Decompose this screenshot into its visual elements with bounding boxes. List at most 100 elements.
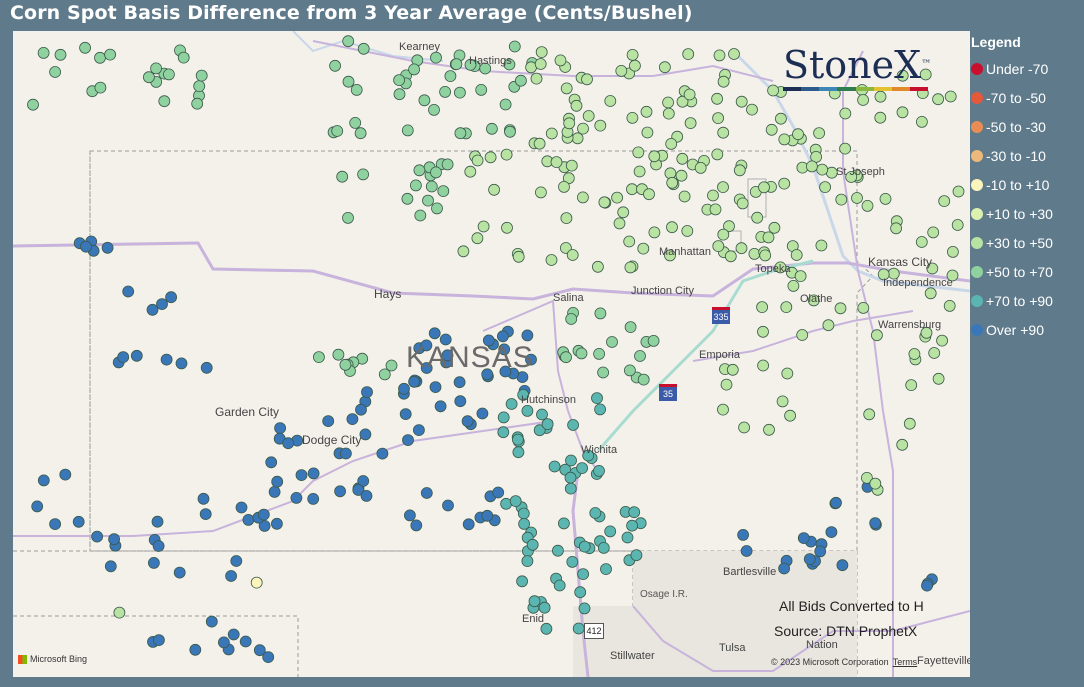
- basis-point[interactable]: [717, 403, 729, 416]
- basis-point[interactable]: [676, 152, 689, 165]
- basis-point[interactable]: [152, 540, 165, 552]
- basis-point[interactable]: [790, 249, 803, 261]
- basis-point[interactable]: [629, 59, 641, 72]
- basis-point[interactable]: [594, 119, 607, 132]
- legend-item[interactable]: Over +90: [971, 315, 1084, 344]
- basis-point[interactable]: [944, 90, 957, 103]
- basis-point[interactable]: [189, 643, 202, 656]
- basis-point[interactable]: [678, 190, 691, 203]
- basis-point[interactable]: [604, 525, 617, 538]
- basis-point[interactable]: [357, 168, 370, 181]
- basis-point[interactable]: [354, 127, 367, 140]
- basis-point[interactable]: [648, 150, 661, 163]
- basis-point[interactable]: [501, 221, 513, 234]
- basis-point[interactable]: [575, 347, 588, 360]
- basis-point[interactable]: [31, 500, 44, 513]
- basis-point[interactable]: [535, 186, 547, 199]
- basis-point[interactable]: [420, 487, 433, 499]
- basis-point[interactable]: [512, 446, 525, 459]
- basis-point[interactable]: [59, 468, 72, 481]
- basis-point[interactable]: [794, 270, 807, 283]
- basis-point[interactable]: [767, 84, 779, 97]
- basis-point[interactable]: [869, 477, 882, 490]
- basis-point[interactable]: [346, 413, 359, 426]
- basis-point[interactable]: [332, 348, 345, 361]
- basis-point[interactable]: [694, 161, 707, 174]
- basis-point[interactable]: [441, 158, 454, 171]
- basis-point[interactable]: [915, 236, 928, 248]
- basis-point[interactable]: [938, 195, 951, 208]
- basis-point[interactable]: [717, 228, 730, 241]
- basis-point[interactable]: [822, 319, 835, 332]
- basis-point[interactable]: [951, 219, 964, 231]
- basis-point[interactable]: [453, 86, 466, 99]
- basis-point[interactable]: [541, 418, 554, 431]
- basis-point[interactable]: [681, 225, 694, 237]
- basis-point[interactable]: [659, 61, 671, 74]
- basis-point[interactable]: [410, 519, 423, 532]
- basis-point[interactable]: [874, 90, 887, 103]
- basis-point[interactable]: [37, 46, 50, 59]
- basis-point[interactable]: [806, 160, 818, 173]
- basis-point[interactable]: [517, 507, 530, 520]
- basis-point[interactable]: [565, 313, 578, 325]
- basis-point[interactable]: [720, 378, 733, 391]
- basis-point[interactable]: [193, 80, 206, 92]
- basis-point[interactable]: [239, 635, 252, 648]
- basis-point[interactable]: [932, 372, 945, 385]
- basis-point[interactable]: [776, 395, 789, 408]
- basis-point[interactable]: [195, 69, 208, 82]
- basis-point[interactable]: [334, 485, 347, 498]
- legend-item[interactable]: -70 to -50: [971, 83, 1084, 112]
- basis-point[interactable]: [461, 415, 474, 428]
- basis-point[interactable]: [736, 197, 749, 210]
- basis-point[interactable]: [796, 329, 809, 341]
- basis-point[interactable]: [591, 392, 603, 405]
- basis-point[interactable]: [342, 35, 355, 48]
- basis-point[interactable]: [117, 351, 130, 364]
- basis-point[interactable]: [921, 579, 933, 592]
- basis-point[interactable]: [604, 95, 617, 107]
- basis-point[interactable]: [717, 181, 729, 194]
- basis-point[interactable]: [355, 403, 367, 416]
- basis-point[interactable]: [778, 562, 790, 575]
- basis-point[interactable]: [797, 532, 810, 545]
- basis-point[interactable]: [545, 254, 558, 266]
- basis-point[interactable]: [101, 241, 114, 254]
- basis-point[interactable]: [613, 217, 626, 230]
- basis-point[interactable]: [757, 359, 769, 372]
- basis-point[interactable]: [538, 601, 551, 614]
- basis-point[interactable]: [839, 107, 852, 120]
- basis-point[interactable]: [399, 408, 412, 421]
- basis-point[interactable]: [662, 107, 675, 120]
- basis-point[interactable]: [518, 517, 531, 530]
- basis-point[interactable]: [709, 203, 722, 216]
- basis-point[interactable]: [457, 245, 470, 258]
- basis-point[interactable]: [350, 84, 363, 96]
- basis-point[interactable]: [566, 249, 579, 261]
- basis-point[interactable]: [339, 358, 352, 371]
- basis-point[interactable]: [200, 361, 213, 374]
- basis-point[interactable]: [717, 75, 730, 88]
- basis-point[interactable]: [780, 301, 793, 314]
- basis-point[interactable]: [414, 209, 427, 222]
- basis-point[interactable]: [762, 231, 775, 244]
- basis-point[interactable]: [339, 447, 352, 460]
- basis-point[interactable]: [393, 74, 406, 86]
- basis-point[interactable]: [453, 376, 466, 389]
- basis-point[interactable]: [428, 327, 441, 340]
- basis-point[interactable]: [282, 437, 295, 450]
- basis-point[interactable]: [104, 560, 117, 573]
- basis-point[interactable]: [526, 538, 539, 551]
- basis-point[interactable]: [454, 127, 467, 140]
- basis-point[interactable]: [514, 74, 527, 87]
- basis-point[interactable]: [413, 164, 426, 177]
- basis-point[interactable]: [924, 287, 937, 300]
- basis-point[interactable]: [385, 359, 398, 372]
- basis-point[interactable]: [839, 142, 851, 155]
- basis-point[interactable]: [146, 303, 159, 316]
- basis-point[interactable]: [637, 373, 650, 386]
- basis-point[interactable]: [834, 302, 847, 315]
- basis-point[interactable]: [548, 460, 561, 473]
- basis-point[interactable]: [908, 348, 921, 360]
